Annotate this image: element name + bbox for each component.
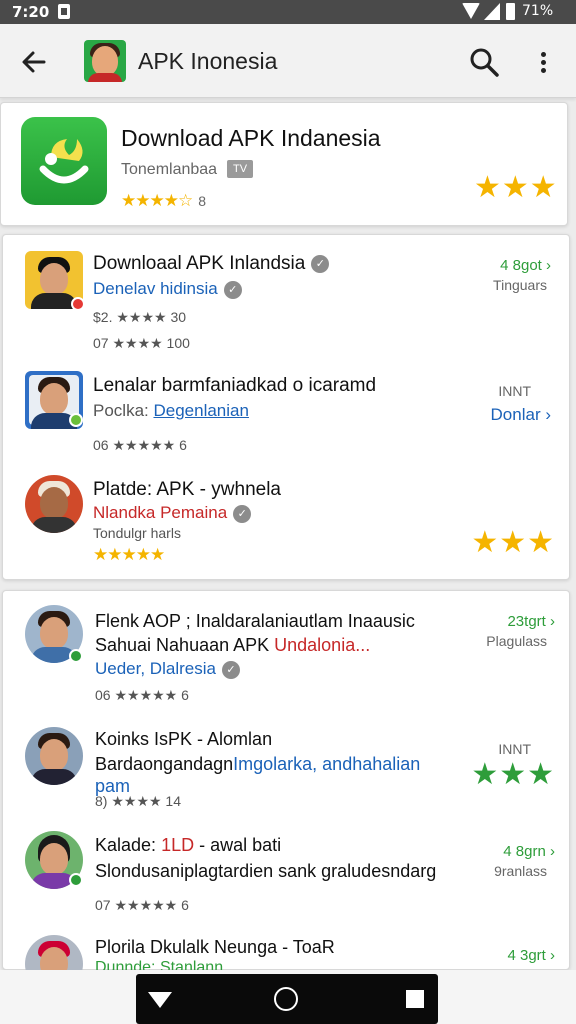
title-text: Sahuai Nahuaan APK xyxy=(95,635,275,655)
subtitle-text: Nlandka Pemaina xyxy=(93,503,228,522)
right-caption: INNT xyxy=(498,741,531,757)
back-arrow-icon[interactable] xyxy=(14,42,54,82)
list-item-title[interactable]: Plorila Dkulalk Neunga - ToaR xyxy=(95,937,335,958)
app-bar: APK Inonesia xyxy=(0,24,576,98)
featured-app-subtitle: Tonemlanbaa xyxy=(121,161,218,178)
nav-recents-icon[interactable] xyxy=(406,990,424,1008)
title-highlight: 1LD xyxy=(161,835,195,855)
featured-app-title: Download APK Indanesia xyxy=(121,125,381,151)
right-caption: 9ranlass xyxy=(494,863,547,879)
list-item-title[interactable]: Platde: APK - ywhnela xyxy=(93,479,281,501)
status-bar: 7:20 71% xyxy=(0,0,576,24)
app-list-card-1: Downloaal APK Inlandsia ✓ Denelav hidinsi… xyxy=(2,234,570,580)
subtitle-link[interactable]: Degenlanian xyxy=(153,401,248,420)
signal-icon xyxy=(484,3,500,20)
right-action[interactable]: 4 3grt › xyxy=(507,947,555,964)
status-dot xyxy=(69,413,83,427)
title-highlight: Undalonia... xyxy=(274,635,371,655)
featured-app-card[interactable]: Download APK Indanesia Tonemlanbaa TV ★★… xyxy=(0,102,568,226)
app-logo xyxy=(84,40,126,82)
status-dot xyxy=(69,649,83,663)
right-link[interactable]: Donlar › xyxy=(491,405,551,425)
page-title: APK Inonesia xyxy=(138,48,278,74)
list-item-title[interactable]: Kalade: 1LD - awal bati xyxy=(95,835,281,856)
status-dot xyxy=(71,297,85,311)
subtitle-prefix: Bardaongandagn xyxy=(95,754,234,774)
right-caption: INNT xyxy=(498,383,531,399)
list-item-title[interactable]: Flenk AOP ; Inaldaralaniautlam Inaausic xyxy=(95,611,415,632)
list-item-subtitle: Poclka: Degenlanian xyxy=(93,401,249,421)
list-item-meta: 07 ★★★★★ 6 xyxy=(95,897,189,913)
list-item-title[interactable]: Downloaal APK Inlandsia ✓ xyxy=(93,253,330,275)
wifi-icon xyxy=(462,3,480,19)
nav-home-icon[interactable] xyxy=(274,987,298,1011)
list-item-subtitle: Ueder, Dlalresia ✓ xyxy=(95,659,240,679)
right-stars: ★★★ xyxy=(471,526,555,559)
list-item-subtitle: Nlandka Pemaina ✓ xyxy=(93,503,252,523)
right-action[interactable]: 4 8grn › xyxy=(503,843,555,860)
status-time: 7:20 xyxy=(12,3,50,21)
rating-stars: ★★★★★ xyxy=(93,545,165,564)
list-item-meta: 06 ★★★★★ 6 xyxy=(93,437,187,453)
list-item-meta: 8) ★★★★ 14 xyxy=(95,793,182,809)
subtitle-text: Ueder, Dlalresia xyxy=(95,659,216,678)
list-item-subtitle: BardaongandagnImgolarka, andhahalian pam xyxy=(95,753,435,797)
right-caption: Plagulass xyxy=(486,633,547,649)
search-icon[interactable] xyxy=(466,44,502,80)
right-caption: Tinguars xyxy=(493,277,547,293)
battery-level: 71% xyxy=(522,3,554,19)
list-item-title-2: Sahuai Nahuaan APK Undalonia... xyxy=(95,635,370,656)
list-item-title[interactable]: Koinks IsPK - Alomlan xyxy=(95,729,272,750)
verified-icon: ✓ xyxy=(223,280,242,299)
list-item-subtitle: Denelav hidinsia ✓ xyxy=(93,279,242,299)
right-action[interactable]: 23tgrt › xyxy=(507,613,555,630)
rating-stars: ★★★★☆ xyxy=(121,191,193,210)
featured-right-stars: ★★★ xyxy=(474,171,558,204)
verified-icon: ✓ xyxy=(221,660,240,679)
tv-badge: TV xyxy=(227,160,253,178)
right-action[interactable]: 4 8got › xyxy=(500,257,551,274)
list-item-meta: Tondulgr harls xyxy=(93,525,181,541)
list-item-subtitle: Slondusaniplagtardien sank graludesndarg xyxy=(95,861,437,881)
verified-icon: ✓ xyxy=(311,254,330,273)
featured-app-icon xyxy=(21,117,107,205)
sim-icon xyxy=(58,4,70,19)
battery-icon xyxy=(506,3,515,20)
system-nav-bar xyxy=(136,974,438,1024)
list-item-meta: 06 ★★★★★ 6 xyxy=(95,687,189,703)
subtitle-prefix: Poclka: xyxy=(93,401,149,420)
list-item-meta: $2. ★★★★ 30 xyxy=(93,309,187,325)
list-item-meta: ★★★★★ xyxy=(93,545,165,565)
more-vert-icon[interactable] xyxy=(528,44,558,80)
rating-count: 8 xyxy=(198,193,206,209)
status-dot xyxy=(69,873,83,887)
nav-back-icon[interactable] xyxy=(148,992,172,1008)
app-list-card-2: Flenk AOP ; Inaldaralaniautlam Inaausic … xyxy=(2,590,570,993)
subtitle-text: Denelav hidinsia xyxy=(93,279,218,298)
verified-icon: ✓ xyxy=(233,504,252,523)
featured-rating: ★★★★☆ 8 xyxy=(121,191,206,211)
list-item-meta: 07 ★★★★ 100 xyxy=(93,335,190,351)
title-text: Downloaal APK Inlandsia xyxy=(93,253,306,274)
title-suffix: - awal bati xyxy=(194,835,282,855)
list-item-title[interactable]: Lenalar barmfaniadkad o icaramd xyxy=(93,375,376,397)
title-text: Kalade: xyxy=(95,835,162,855)
right-stars: ★★★ xyxy=(471,758,555,791)
avatar xyxy=(25,475,83,533)
avatar xyxy=(25,727,83,785)
